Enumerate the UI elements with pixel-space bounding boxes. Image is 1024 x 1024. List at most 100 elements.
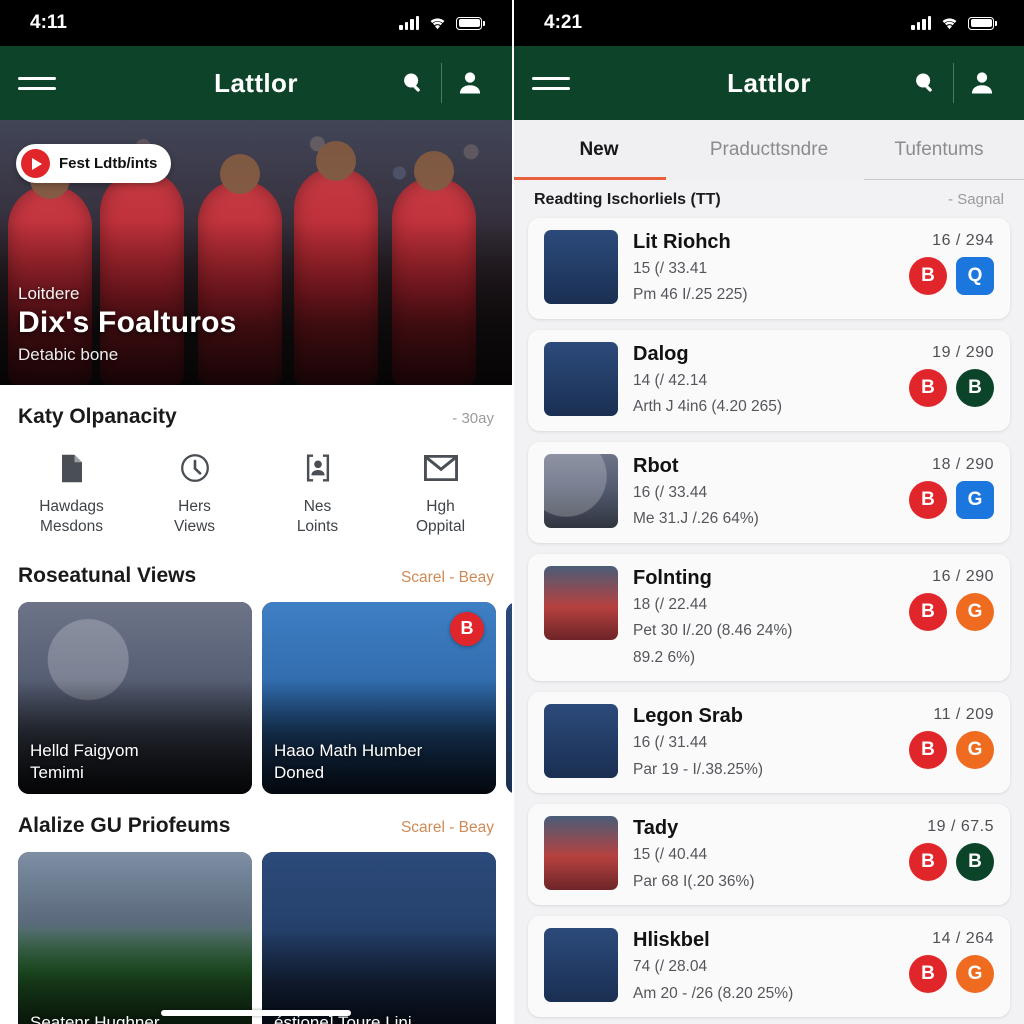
hero-text-block: Loitdere Dix's Foalturos Detabic bone [18,284,237,365]
hamburger-icon[interactable] [18,76,56,90]
account-icon[interactable] [446,59,494,107]
views-card-2[interactable]: B Haao Math Humber Doned [262,601,496,794]
badge-g-button[interactable]: G [956,480,994,519]
list-item-meta-3: 89.2 6%) [633,648,696,666]
badge-g-button[interactable]: G [956,731,994,770]
cellular-signal-icon [399,16,419,30]
envelope-icon [423,451,458,485]
list-item[interactable]: Folnting 18 (/ 22.44 Pet 30 I/.20 (8.46 24… [528,553,1010,682]
views-card-row[interactable]: Helld Faigyom Temimi B Haao Math Humber … [0,588,512,794]
list-item-score: 19 / 67.5 [927,818,994,836]
wifi-icon [942,18,957,30]
hero-banner[interactable]: Fest Ldtb/ints Loitdere Dix's Foalturos … [0,120,512,385]
quick-action-hawdags[interactable]: Hawdags Mesdons [10,451,133,538]
hamburger-icon[interactable] [532,76,570,90]
list-item-score: 14 / 264 [932,930,994,948]
views-card-1[interactable]: Helld Faigyom Temimi [18,601,252,794]
right-status-bar: 4:21 [514,0,1024,46]
battery-icon [456,16,485,30]
tab-tufentums[interactable]: Tufentums [854,120,1024,180]
list-item-meta-2: Me 31.J /.26 64%) [633,510,759,528]
search-icon[interactable] [901,59,949,107]
list-item[interactable]: Dalog 14 (/ 42.14 Arth J 4in6 (4.20 265) 19… [528,329,1010,431]
list-item-score: 16 / 290 [932,567,994,585]
list-header-right[interactable]: - Sagnal [948,191,1004,208]
badge-b-button[interactable]: B [956,843,994,882]
list-item-thumbnail [544,565,618,640]
tab-bar: New Praducttsndre Tufentums [514,120,1024,180]
list-item[interactable]: Tady 15 (/ 40.44 Par 68 I(.20 36%) 19 / 67.… [528,804,1010,906]
quick-label-line1: Hers [178,498,211,515]
badge-b-button[interactable]: B [909,257,947,295]
contact-card-icon [303,451,333,485]
list-item-meta-2: Par 19 - I/.38.25%) [633,760,764,778]
result-list: Lit Riohch 15 (/ 33.41 Pm 46 I/.25 225) 16 … [514,218,1024,1024]
badge-b-button[interactable]: B [909,955,947,994]
quick-label-line2: Mesdons [40,518,103,536]
list-item-meta-1: 15 (/ 40.44 [633,846,708,864]
quick-section-header: Katy Olpanacity - 30ay [0,385,512,429]
badge-b-button[interactable]: B [909,731,947,770]
search-icon[interactable] [389,59,437,107]
badge-b-button[interactable]: B [909,843,947,882]
views-card-2-caption: Haao Math Humber Doned [274,741,423,783]
account-icon[interactable] [958,59,1006,107]
list-item-meta-2: Pet 30 I/.20 (8.46 24%) [633,622,793,640]
list-item-badges: BQ [909,257,994,295]
quick-label-line2: Oppital [415,518,466,536]
badge-g-button[interactable]: G [956,955,994,994]
list-item-right: 14 / 264 B G [909,928,994,994]
list-item-score: 19 / 290 [932,343,994,361]
profeums-card-2[interactable]: éstione] Toure Lini [262,851,496,1024]
badge-q-button[interactable]: Q [956,257,994,295]
list-item[interactable]: Hliskbel 74 (/ 28.04 Am 20 - /26 (8.20 25%… [528,916,1010,1018]
quick-action-hers-views[interactable]: Hers Views [133,451,256,538]
quick-label-line1: Hgh [426,498,455,515]
badge-b-button[interactable]: B [909,480,947,519]
list-item-details: Folnting 18 (/ 22.44 Pet 30 I/.20 (8.46 24… [633,566,894,669]
quick-action-nes-loints[interactable]: Nes Loints [256,451,379,538]
quick-label-line2: Views [173,518,216,536]
badge-b-button[interactable]: B [956,368,994,407]
quick-section-action[interactable]: - 30ay [452,410,494,427]
list-item[interactable]: Legon Srab 16 (/ 31.44 Par 19 - I/.38.25%)… [528,692,1010,794]
app-bar-actions [389,59,494,107]
list-item-right: 16 / 290 B G [909,566,994,631]
list-item-score: 16 / 294 [932,232,994,249]
appbar-divider [441,63,442,103]
badge-g-button[interactable]: G [956,592,994,631]
app-bar-actions [901,59,1006,107]
list-item-right: 11 / 209 B G [909,704,994,770]
list-item-name: Hliskbel [633,929,710,952]
list-item-meta-2: Pm 46 I/.25 225) [633,286,748,304]
live-badge[interactable]: Fest Ldtb/ints [16,144,172,183]
list-item-meta-2: Par 68 I(.20 36%) [633,872,755,890]
quick-action-hgh-oppital[interactable]: Hgh Oppital [379,451,502,538]
tab-praducttsndre[interactable]: Praducttsndre [684,120,854,180]
badge-b-button[interactable]: B [909,368,947,407]
list-item[interactable]: Lit Riohch 15 (/ 33.41 Pm 46 I/.25 225) 16 … [528,218,1010,319]
list-item-badges: BG [909,731,994,770]
views-section-action[interactable]: Scarel - Beay [401,569,494,587]
list-header: Readting Ischorliels (TT) - Sagnal [514,180,1024,218]
home-indicator [161,1010,351,1016]
battery-icon [968,16,997,30]
profeums-section-action[interactable]: Scarel - Beay [401,819,494,837]
profeums-card-1[interactable]: Seatenr Hughner [18,851,252,1024]
quick-label-line1: Nes [303,498,332,515]
list-item-name: Dalog [633,342,689,365]
list-header-title: Readting Ischorliels (TT) [534,191,721,208]
list-item-meta-1: 15 (/ 33.41 [633,260,708,277]
list-item-details: Dalog 14 (/ 42.14 Arth J 4in6 (4.20 265) [633,342,894,419]
badge-b-button[interactable]: B [909,592,947,631]
document-icon [57,451,87,485]
views-section-title: Roseatunal Views [18,563,197,587]
tab-new[interactable]: New [514,120,684,180]
list-item[interactable]: Rbot 16 (/ 33.44 Me 31.J /.26 64%) 18 / 290… [528,441,1010,543]
list-item-name: Tady [633,817,679,840]
list-item-thumbnail [544,928,618,1003]
profeums-card-row[interactable]: Seatenr Hughner éstione] Toure Lini [0,838,512,1024]
list-item-details: Legon Srab 16 (/ 31.44 Par 19 - I/.38.25%) [633,704,894,781]
list-item-meta-1: 18 (/ 22.44 [633,595,708,613]
status-indicators [399,16,485,30]
